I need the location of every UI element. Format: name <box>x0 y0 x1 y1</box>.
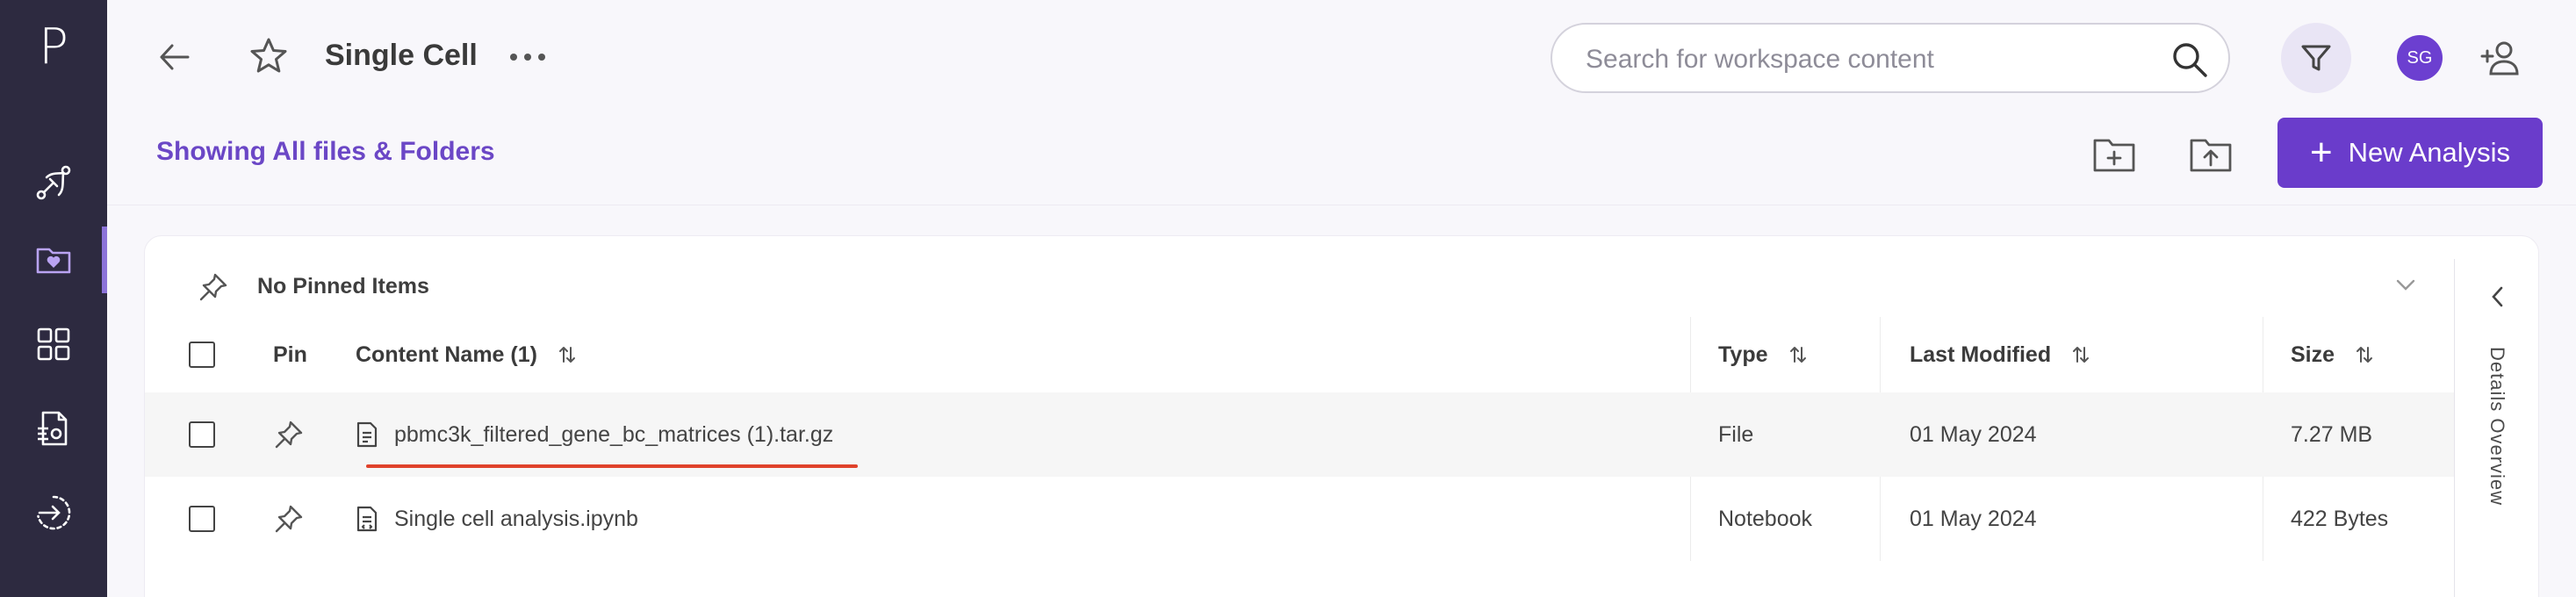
new-analysis-button[interactable]: + New Analysis <box>2277 118 2543 188</box>
header-type-label: Type <box>1718 342 1768 367</box>
row-pin-cell <box>273 477 343 561</box>
row-name: Single cell analysis.ipynb <box>394 506 638 531</box>
sidebar-item-pipelines[interactable] <box>0 147 107 218</box>
new-folder-icon[interactable] <box>2091 133 2137 176</box>
sidebar-item-logout[interactable] <box>0 478 107 548</box>
details-overview-label: Details Overview <box>2486 347 2508 507</box>
row-name-cell[interactable]: Single cell analysis.ipynb <box>356 477 953 561</box>
star-icon[interactable] <box>248 35 290 77</box>
folder-heart-icon <box>36 248 71 274</box>
row-type: Notebook <box>1718 506 1813 531</box>
row-select-cell <box>189 477 233 561</box>
back-arrow-icon[interactable] <box>155 37 195 77</box>
search-box <box>1551 23 2230 93</box>
row-pin-cell <box>273 392 343 477</box>
header-content-name[interactable]: Content Name (1) <box>356 317 953 392</box>
pipeline-icon <box>36 165 71 200</box>
row-name: pbmc3k_filtered_gene_bc_matrices (1).tar… <box>394 421 834 447</box>
row-modified: 01 May 2024 <box>1910 421 2037 447</box>
pin-icon <box>199 273 227 301</box>
document-icon <box>356 421 378 448</box>
sidebar-item-files[interactable] <box>0 393 107 464</box>
pin-icon[interactable] <box>273 419 305 450</box>
content-toolbar: Showing All files & Folders + New Analys… <box>107 114 2576 205</box>
page-title: Single Cell <box>325 39 478 72</box>
sort-icon[interactable] <box>1788 344 1809 365</box>
row-checkbox[interactable] <box>189 421 215 448</box>
pin-icon[interactable] <box>273 503 305 535</box>
chevron-down-icon[interactable] <box>2393 271 2419 298</box>
sidebar: P <box>0 0 107 597</box>
select-all-checkbox[interactable] <box>189 342 215 368</box>
grid-icon <box>37 327 70 361</box>
sidebar-item-apps[interactable] <box>0 309 107 379</box>
table-row[interactable]: pbmc3k_filtered_gene_bc_matrices (1).tar… <box>145 392 2454 477</box>
annotation-underline <box>366 464 858 468</box>
sort-icon[interactable] <box>557 344 578 365</box>
sort-icon[interactable] <box>2354 344 2375 365</box>
details-overview-panel[interactable]: Details Overview <box>2454 259 2538 597</box>
row-size: 7.27 MB <box>2291 421 2373 447</box>
row-modified: 01 May 2024 <box>1910 506 2037 531</box>
sort-icon[interactable] <box>2070 344 2091 365</box>
chevron-left-icon[interactable] <box>2486 284 2509 310</box>
content-card: No Pinned Items Details Overview Pin Con… <box>144 235 2539 597</box>
app-logo[interactable]: P <box>0 19 107 76</box>
header-last-modified[interactable]: Last Modified <box>1910 317 2278 392</box>
exit-circle-icon <box>37 495 71 530</box>
header-last-modified-label: Last Modified <box>1910 342 2052 367</box>
filter-icon <box>2301 45 2331 71</box>
select-all-cell <box>189 317 233 392</box>
notebook-icon <box>356 506 378 532</box>
table-header-row: Pin Content Name (1) Type Last Modified … <box>145 317 2454 392</box>
add-user-icon[interactable] <box>2479 39 2523 77</box>
upload-folder-icon[interactable] <box>2188 133 2234 176</box>
search-icon[interactable] <box>2170 40 2209 79</box>
top-header: Single Cell SG <box>107 0 2576 114</box>
header-content-name-label: Content Name (1) <box>356 342 537 367</box>
row-select-cell <box>189 392 233 477</box>
header-size[interactable]: Size <box>2291 317 2449 392</box>
more-options-icon[interactable] <box>506 44 550 70</box>
user-avatar[interactable]: SG <box>2397 35 2443 81</box>
header-pin: Pin <box>273 342 307 367</box>
search-input[interactable] <box>1586 42 2148 77</box>
filter-button[interactable] <box>2281 23 2351 93</box>
content-table: Pin Content Name (1) Type Last Modified … <box>145 317 2454 561</box>
pinned-items-row[interactable]: No Pinned Items <box>145 236 2454 317</box>
row-size: 422 Bytes <box>2291 506 2389 531</box>
file-settings-icon <box>38 411 68 446</box>
header-size-label: Size <box>2291 342 2335 367</box>
plus-icon: + <box>2309 131 2333 174</box>
pinned-items-label: No Pinned Items <box>257 274 429 298</box>
sidebar-item-workspaces[interactable] <box>0 225 107 295</box>
row-type: File <box>1718 421 1754 447</box>
new-analysis-label: New Analysis <box>2348 137 2511 168</box>
table-row[interactable]: Single cell analysis.ipynb Notebook 01 M… <box>145 477 2454 561</box>
header-type[interactable]: Type <box>1718 317 1903 392</box>
showing-filter-label: Showing All files & Folders <box>156 137 495 166</box>
row-checkbox[interactable] <box>189 506 215 532</box>
